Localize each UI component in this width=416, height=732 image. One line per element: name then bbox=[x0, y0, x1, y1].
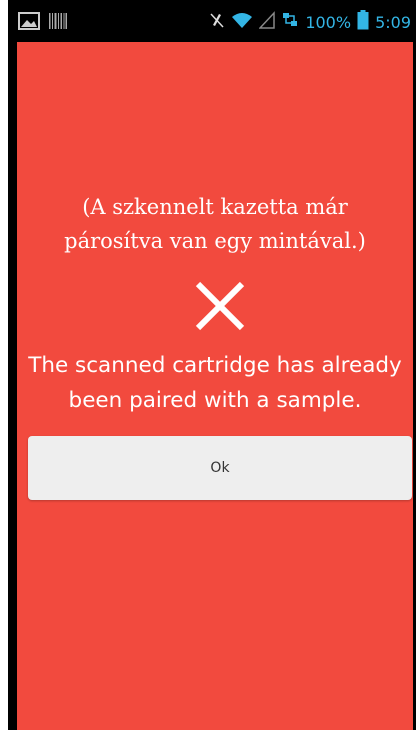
network-icon bbox=[281, 11, 299, 33]
battery-icon bbox=[357, 10, 369, 34]
error-dialog: (A szkennelt kazetta már párosítva van e… bbox=[17, 42, 413, 730]
battery-percent: 100% bbox=[305, 12, 352, 32]
clock: 5:09 bbox=[375, 12, 411, 32]
status-bar: 100% 5:09 bbox=[8, 0, 416, 42]
wifi-icon bbox=[231, 11, 253, 33]
barcode-icon bbox=[48, 12, 68, 34]
signal-icon bbox=[258, 11, 276, 33]
close-x-icon bbox=[194, 280, 246, 332]
hungarian-message: (A szkennelt kazetta már párosítva van e… bbox=[64, 195, 366, 253]
image-icon bbox=[18, 12, 40, 34]
ok-button[interactable]: Ok bbox=[28, 436, 412, 500]
mute-icon bbox=[209, 11, 225, 33]
english-message: The scanned cartridge has already been p… bbox=[28, 353, 402, 413]
